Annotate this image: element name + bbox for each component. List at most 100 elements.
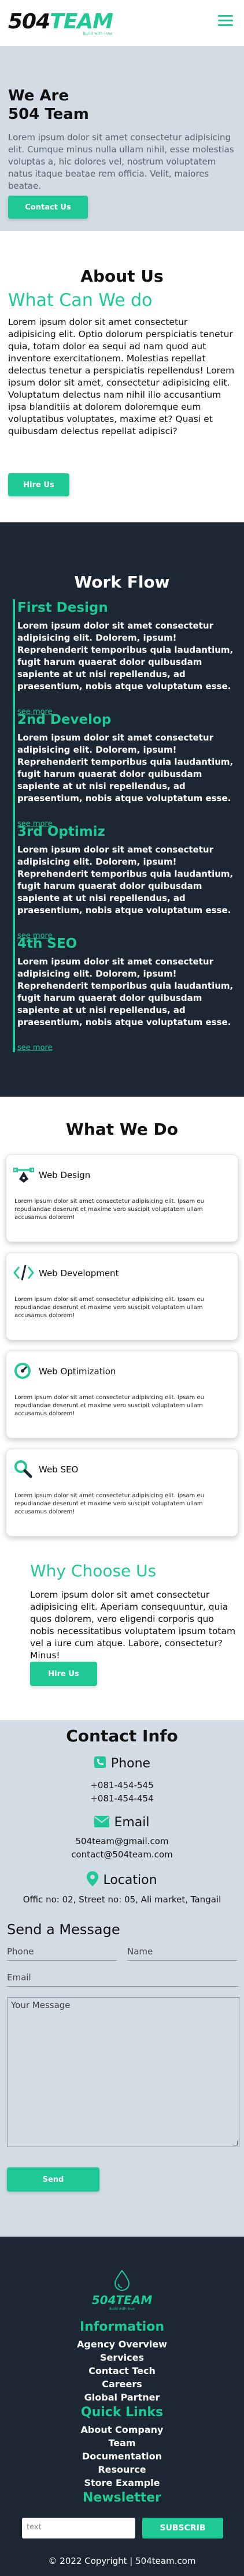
- workflow-text: Lorem ipsum dolor sit amet consectetur a…: [17, 732, 234, 803]
- search-icon: [13, 1460, 34, 1478]
- droplet-icon: [0, 2270, 244, 2291]
- phone-label: Phone: [110, 1756, 151, 1771]
- hero-section: We Are 504 Team Lorem ipsum dolor sit am…: [0, 46, 244, 231]
- information-heading: Information: [80, 2320, 164, 2334]
- phone-number[interactable]: +081-454-545: [0, 1779, 244, 1792]
- hire-us-button-2[interactable]: Hire Us: [30, 1662, 97, 1686]
- workflow-item: 2nd Develop Lorem ipsum dolor sit amet c…: [13, 711, 239, 828]
- phone-number[interactable]: +081-454-454: [0, 1792, 244, 1805]
- service-card[interactable]: Web Development Lorem ipsum dolor sit am…: [6, 1253, 238, 1340]
- input-underline: [7, 1960, 117, 1961]
- service-card[interactable]: Web Design Lorem ipsum dolor sit amet co…: [6, 1154, 238, 1242]
- email-heading: Email: [0, 1815, 244, 1830]
- hero-title-line2: 504 Team: [8, 106, 89, 123]
- location-heading: Location: [0, 1871, 244, 1889]
- contact-title: Contact Info: [66, 1726, 178, 1745]
- message-placeholder: Your Message: [11, 2000, 71, 2010]
- quick-links-heading: Quick Links: [80, 2405, 164, 2420]
- hamburger-icon[interactable]: [218, 15, 233, 29]
- newsletter-heading: Newsletter: [82, 2491, 162, 2505]
- email-input-placeholder: Email: [7, 1972, 31, 1983]
- footer-link[interactable]: Global Partner: [0, 2392, 244, 2403]
- site-header: 504TEAM Build with love: [0, 0, 244, 46]
- service-card[interactable]: Web Optimization Lorem ipsum dolor sit a…: [6, 1351, 238, 1438]
- workflow-text: Lorem ipsum dolor sit amet consectetur a…: [17, 620, 234, 691]
- map-pin-icon: [87, 1871, 99, 1889]
- see-more-link[interactable]: see more: [17, 1044, 53, 1052]
- logo[interactable]: 504TEAM Build with love: [8, 12, 113, 36]
- hire-us-button[interactable]: Hire Us: [8, 473, 69, 496]
- footer-link[interactable]: About Company: [0, 2424, 244, 2435]
- why-choose-us-section: Why Choose Us Lorem ipsum dolor sit amet…: [0, 1547, 244, 1720]
- service-card-title: Web Development: [39, 1268, 119, 1278]
- newsletter-input[interactable]: text: [22, 2518, 135, 2538]
- workflow-title: Work Flow: [74, 573, 170, 592]
- footer-link[interactable]: Careers: [0, 2379, 244, 2390]
- footer-link[interactable]: Documentation: [0, 2451, 244, 2462]
- input-underline: [7, 1986, 238, 1987]
- footer-logo-accent: TEAM: [116, 2293, 153, 2307]
- email-address[interactable]: 504team@gmail.com: [0, 1835, 244, 1848]
- footer-link[interactable]: Store Example: [0, 2477, 244, 2488]
- footer-logo-main: 504: [91, 2293, 116, 2307]
- workflow-item: First Design Lorem ipsum dolor sit amet …: [13, 599, 239, 716]
- why-choose-us-text: Lorem ipsum dolor sit amet consectetur a…: [30, 1590, 236, 1661]
- service-card-text: Lorem ipsum dolor sit amet consectetur a…: [14, 1296, 204, 1319]
- site-footer: 504TEAM Build with love Information Agen…: [0, 2237, 244, 2576]
- service-card-title: Web Optimization: [39, 1366, 116, 1377]
- address-text: Offic no: 02, Street no: 05, Ali market,…: [23, 1894, 221, 1905]
- code-icon: [13, 1263, 34, 1282]
- message-textarea[interactable]: Your Message: [7, 1997, 239, 2147]
- about-section: About Us What Can We do Lorem ipsum dolo…: [0, 231, 244, 522]
- send-button[interactable]: Send: [7, 2167, 99, 2192]
- resize-handle-icon[interactable]: [233, 2141, 238, 2145]
- why-choose-us-title: Why Choose Us: [30, 1561, 157, 1580]
- footer-link[interactable]: Team: [0, 2437, 244, 2448]
- email-input[interactable]: Email: [7, 1972, 238, 1988]
- envelope-icon: [94, 1815, 110, 1830]
- what-we-do-title: What We Do: [66, 1120, 178, 1139]
- subscribe-button[interactable]: SUBSCRIB: [142, 2518, 223, 2538]
- footer-logo-tagline: Build with love: [109, 2307, 135, 2311]
- footer-link[interactable]: Services: [0, 2352, 244, 2363]
- workflow-heading: 2nd Develop: [17, 712, 112, 727]
- location-label: Location: [103, 1872, 157, 1887]
- contact-us-button[interactable]: Contact Us: [8, 196, 88, 219]
- footer-link[interactable]: Agency Overview: [0, 2339, 244, 2350]
- workflow-heading: 4th SEO: [17, 936, 77, 951]
- gauge-icon: [13, 1362, 34, 1380]
- footer-link[interactable]: Resource: [0, 2464, 244, 2475]
- name-input[interactable]: Name: [127, 1946, 237, 1962]
- workflow-heading: 3rd Optimiz: [17, 824, 105, 839]
- phone-heading: Phone: [0, 1756, 244, 1771]
- copyright-text: © 2022 Copyright | 504team.com: [48, 2556, 196, 2566]
- workflow-item: 4th SEO Lorem ipsum dolor sit amet conse…: [13, 935, 239, 1052]
- phone-input[interactable]: Phone: [7, 1946, 117, 1962]
- service-card-title: Web Design: [39, 1170, 91, 1180]
- workflow-item: 3rd Optimiz Lorem ipsum dolor sit amet c…: [13, 823, 239, 940]
- name-input-placeholder: Name: [127, 1946, 153, 1957]
- service-card[interactable]: Web SEO Lorem ipsum dolor sit amet conse…: [6, 1449, 238, 1536]
- footer-link[interactable]: Contact Tech: [0, 2365, 244, 2376]
- workflow-text: Lorem ipsum dolor sit amet consectetur a…: [17, 844, 234, 915]
- workflow-section: Work Flow First Design Lorem ipsum dolor…: [0, 522, 244, 1097]
- form-title: Send a Message: [7, 1921, 120, 1938]
- newsletter-input-placeholder: text: [27, 2523, 42, 2532]
- what-we-do-section: What We Do Web Design Lorem ipsum dolor …: [0, 1097, 244, 1547]
- service-card-text: Lorem ipsum dolor sit amet consectetur a…: [14, 1198, 204, 1221]
- service-card-text: Lorem ipsum dolor sit amet consectetur a…: [14, 1493, 204, 1515]
- about-text: Lorem ipsum dolor sit amet consectetur a…: [8, 317, 235, 436]
- hero-title-line1: We Are: [8, 87, 69, 104]
- pen-tool-icon: [13, 1165, 34, 1184]
- email-label: Email: [114, 1815, 150, 1830]
- phone-icon: [94, 1756, 106, 1771]
- workflow-heading: First Design: [17, 600, 108, 615]
- service-card-title: Web SEO: [39, 1464, 79, 1475]
- about-title: About Us: [80, 267, 164, 286]
- email-address[interactable]: contact@504team.com: [0, 1848, 244, 1861]
- contact-section: Contact Info Phone +081-454-545 +081-454…: [0, 1720, 244, 2237]
- logo-text-main: 504: [8, 10, 50, 33]
- logo-text-accent: TEAM: [50, 10, 113, 33]
- hero-text: Lorem ipsum dolor sit amet consectetur a…: [8, 132, 234, 191]
- footer-logo[interactable]: 504TEAM Build with love: [0, 2270, 244, 2311]
